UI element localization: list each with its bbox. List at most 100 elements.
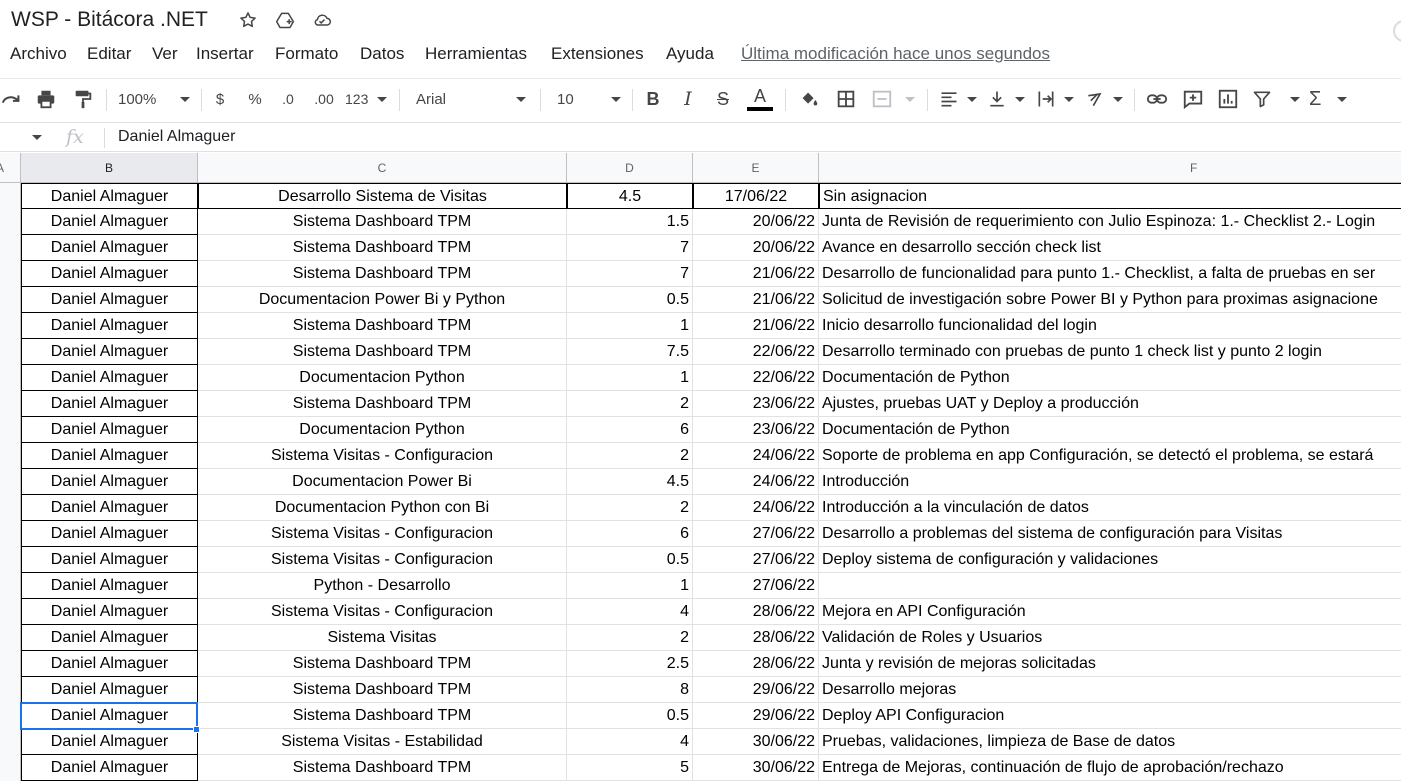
- cell-b[interactable]: Daniel Almaguer: [21, 573, 198, 599]
- cell-d[interactable]: 2: [567, 443, 693, 469]
- cell-e[interactable]: 28/06/22: [693, 599, 819, 625]
- cell-f[interactable]: Junta de Revisión de requerimiento con J…: [819, 209, 1401, 235]
- spreadsheet-grid[interactable]: A B C D E F Daniel AlmaguerDesarrollo Si…: [0, 153, 1401, 781]
- decrease-decimal-button[interactable]: .0: [276, 85, 300, 113]
- cell-e[interactable]: 30/06/22: [693, 755, 819, 781]
- menu-ver[interactable]: Ver: [152, 44, 178, 64]
- cell-b[interactable]: Daniel Almaguer: [21, 599, 198, 625]
- cell-f[interactable]: Sin asignacion: [819, 183, 1401, 209]
- cell-c[interactable]: Sistema Dashboard TPM: [198, 209, 567, 235]
- cell-f[interactable]: Deploy API Configuracion: [819, 703, 1401, 729]
- cell-f[interactable]: Inicio desarrollo funcionalidad del logi…: [819, 313, 1401, 339]
- more-formats-select[interactable]: 123: [345, 85, 387, 113]
- table-row[interactable]: Daniel Almaguer Sistema Visitas - Configu…: [21, 547, 1401, 573]
- cell-e[interactable]: 28/06/22: [693, 651, 819, 677]
- cell-e[interactable]: 23/06/22: [693, 391, 819, 417]
- insert-link-icon[interactable]: [1145, 85, 1169, 113]
- last-edit-link[interactable]: Última modificación hace unos segundos: [741, 44, 1050, 64]
- cell-f[interactable]: Junta y revisión de mejoras solicitadas: [819, 651, 1401, 677]
- cell-f[interactable]: Deploy sistema de configuración y valida…: [819, 547, 1401, 573]
- currency-format-button[interactable]: $: [210, 85, 230, 113]
- insert-chart-icon[interactable]: [1216, 85, 1240, 113]
- vertical-align-icon[interactable]: [987, 85, 1025, 113]
- table-row[interactable]: Daniel Almaguer Documentacion Python 1 22/0…: [21, 365, 1401, 391]
- menu-ayuda[interactable]: Ayuda: [666, 44, 714, 64]
- cell-c[interactable]: Sistema Visitas - Configuracion: [198, 547, 567, 573]
- strikethrough-button[interactable]: S: [712, 85, 734, 113]
- table-row[interactable]: Daniel Almaguer Documentacion Python 6 23/0…: [21, 417, 1401, 443]
- cell-d[interactable]: 4.5: [567, 183, 693, 209]
- redo-icon[interactable]: [0, 85, 24, 113]
- percent-format-button[interactable]: %: [245, 85, 265, 113]
- cell-b[interactable]: Daniel Almaguer: [21, 547, 198, 573]
- cell-e[interactable]: 23/06/22: [693, 417, 819, 443]
- cell-d[interactable]: 7: [567, 235, 693, 261]
- cell-e[interactable]: 24/06/22: [693, 469, 819, 495]
- table-row[interactable]: Daniel Almaguer Sistema Dashboard TPM 5 30/…: [21, 755, 1401, 781]
- cell-e[interactable]: 22/06/22: [693, 339, 819, 365]
- column-header-f[interactable]: F: [819, 153, 1401, 183]
- cell-e[interactable]: 29/06/22: [693, 677, 819, 703]
- menu-editar[interactable]: Editar: [87, 44, 131, 64]
- cell-d[interactable]: 8: [567, 677, 693, 703]
- row-header-strip[interactable]: [0, 183, 21, 781]
- column-header-b[interactable]: B: [21, 153, 198, 183]
- cell-c[interactable]: Documentacion Power Bi: [198, 469, 567, 495]
- font-size-select[interactable]: 10: [557, 85, 621, 113]
- cell-c[interactable]: Sistema Dashboard TPM: [198, 703, 567, 729]
- cell-c[interactable]: Sistema Visitas - Configuracion: [198, 443, 567, 469]
- document-title[interactable]: WSP - Bitácora .NET: [11, 8, 208, 32]
- menu-extensiones[interactable]: Extensiones: [551, 44, 644, 64]
- cell-d[interactable]: 4: [567, 729, 693, 755]
- cell-b[interactable]: Daniel Almaguer: [21, 495, 198, 521]
- insert-comment-icon[interactable]: [1181, 85, 1205, 113]
- cell-f[interactable]: Introducción: [819, 469, 1401, 495]
- cell-d[interactable]: 1: [567, 313, 693, 339]
- italic-button[interactable]: I: [677, 85, 699, 113]
- cell-c[interactable]: Sistema Dashboard TPM: [198, 261, 567, 287]
- menu-herramientas[interactable]: Herramientas: [425, 44, 527, 64]
- cell-b[interactable]: Daniel Almaguer: [21, 729, 198, 755]
- table-row[interactable]: Daniel Almaguer Sistema Dashboard TPM 1 21/…: [21, 313, 1401, 339]
- table-row[interactable]: Daniel Almaguer Documentacion Power Bi y …: [21, 287, 1401, 313]
- table-row[interactable]: Daniel Almaguer Sistema Dashboard TPM 2.5 2…: [21, 651, 1401, 677]
- cell-e[interactable]: 20/06/22: [693, 235, 819, 261]
- cell-c[interactable]: Sistema Dashboard TPM: [198, 235, 567, 261]
- fill-handle[interactable]: [193, 726, 200, 733]
- bold-button[interactable]: B: [642, 85, 664, 113]
- cell-e[interactable]: 21/06/22: [693, 287, 819, 313]
- cell-d[interactable]: 6: [567, 521, 693, 547]
- horizontal-align-icon[interactable]: [939, 85, 977, 113]
- cell-b[interactable]: Daniel Almaguer: [21, 391, 198, 417]
- cell-e[interactable]: 21/06/22: [693, 261, 819, 287]
- table-row[interactable]: Daniel Almaguer Desarrollo Sistema de Vis…: [21, 183, 1401, 209]
- cell-c[interactable]: Sistema Dashboard TPM: [198, 651, 567, 677]
- cell-d[interactable]: 2.5: [567, 651, 693, 677]
- cell-b[interactable]: Daniel Almaguer: [21, 677, 198, 703]
- functions-button[interactable]: Σ: [1309, 85, 1347, 113]
- cell-f[interactable]: Desarrollo a problemas del sistema de co…: [819, 521, 1401, 547]
- paint-format-icon[interactable]: [70, 85, 96, 113]
- cell-b[interactable]: Daniel Almaguer: [21, 209, 198, 235]
- cell-c[interactable]: Sistema Dashboard TPM: [198, 339, 567, 365]
- cell-f[interactable]: Solicitud de investigación sobre Power B…: [819, 287, 1401, 313]
- table-row[interactable]: Daniel Almaguer Python - Desarrollo 1 27/06…: [21, 573, 1401, 599]
- column-header-a[interactable]: A: [0, 153, 21, 183]
- table-row[interactable]: Daniel Almaguer Sistema Dashboard TPM 2 23/…: [21, 391, 1401, 417]
- cell-f[interactable]: Entrega de Mejoras, continuación de fluj…: [819, 755, 1401, 781]
- cell-b[interactable]: Daniel Almaguer: [21, 313, 198, 339]
- fill-color-icon[interactable]: [797, 85, 821, 113]
- table-row[interactable]: Daniel Almaguer Sistema Dashboard TPM 7 21/…: [21, 261, 1401, 287]
- cell-b[interactable]: Daniel Almaguer: [21, 703, 198, 729]
- cell-e[interactable]: 30/06/22: [693, 729, 819, 755]
- cell-b[interactable]: Daniel Almaguer: [21, 651, 198, 677]
- cell-e[interactable]: 27/06/22: [693, 573, 819, 599]
- merge-cells-icon[interactable]: [871, 85, 915, 113]
- table-row[interactable]: Daniel Almaguer Sistema Dashboard TPM 7.5 2…: [21, 339, 1401, 365]
- zoom-select[interactable]: 100%: [118, 85, 190, 113]
- print-icon[interactable]: [33, 85, 59, 113]
- cell-d[interactable]: 5: [567, 755, 693, 781]
- cell-c[interactable]: Python - Desarrollo: [198, 573, 567, 599]
- cell-d[interactable]: 2: [567, 625, 693, 651]
- cell-e[interactable]: 27/06/22: [693, 521, 819, 547]
